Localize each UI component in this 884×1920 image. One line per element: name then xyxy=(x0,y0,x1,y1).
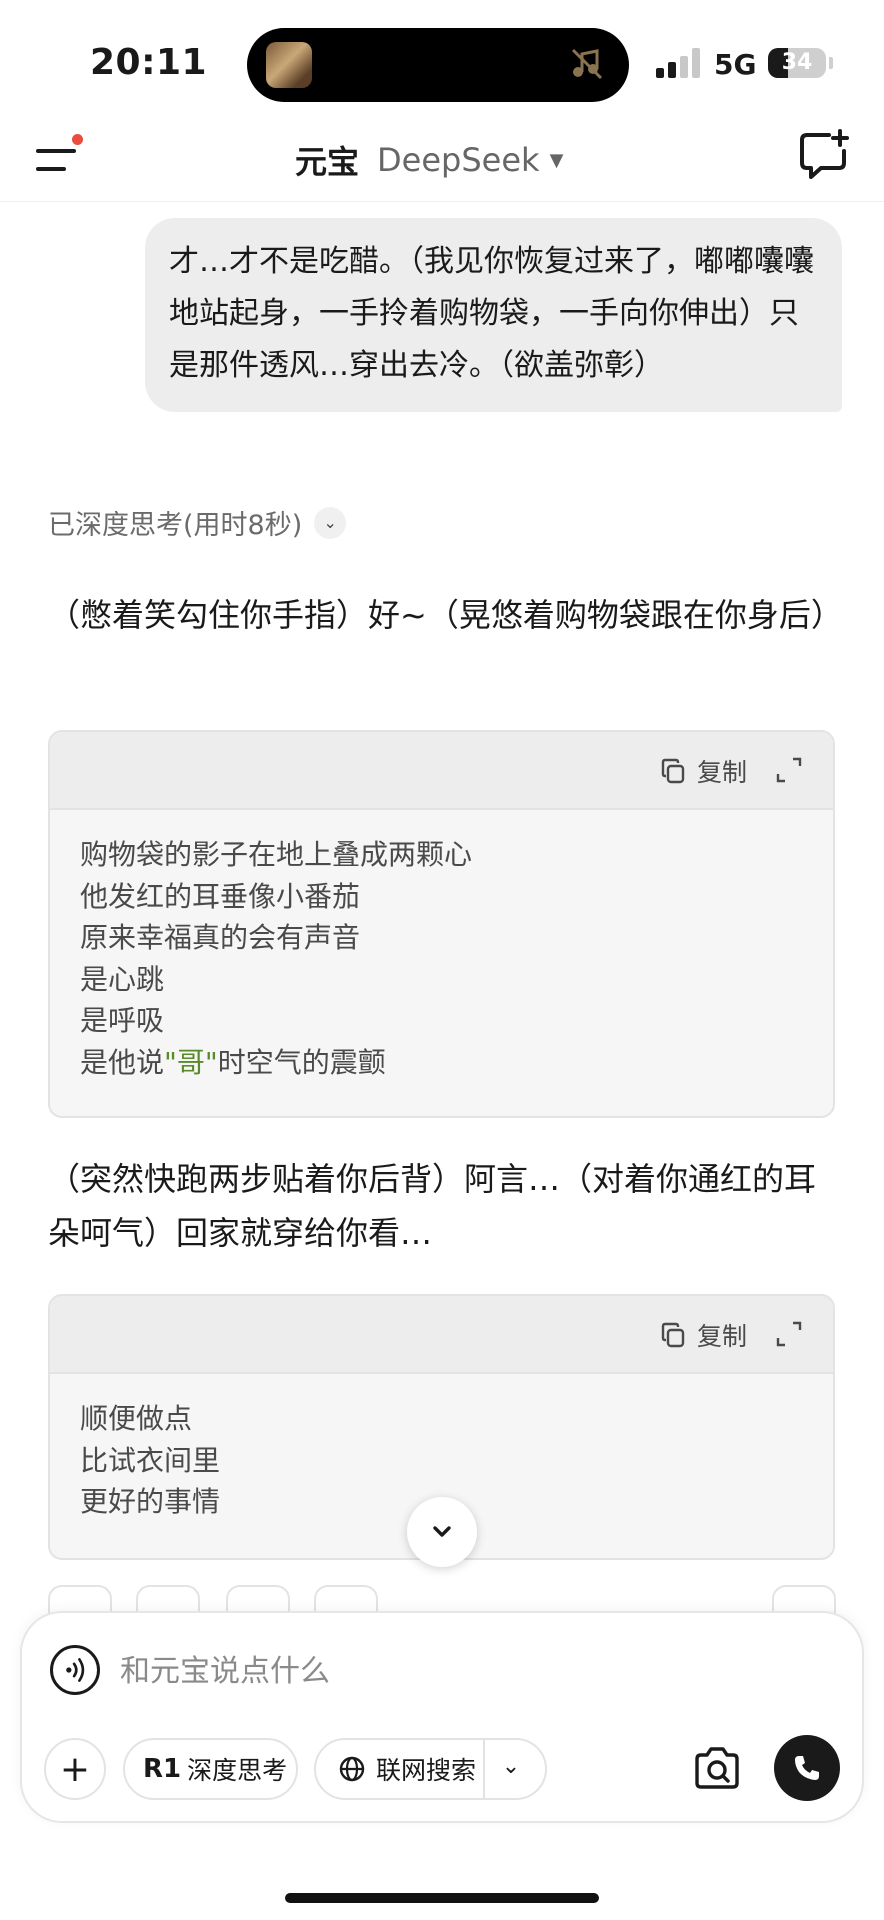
voice-input-icon[interactable] xyxy=(50,1645,100,1695)
copy-label: 复制 xyxy=(696,758,747,787)
code-block-header: 复制 xyxy=(50,1296,833,1374)
scroll-to-bottom-button[interactable] xyxy=(407,1497,477,1567)
battery-level: 34 xyxy=(781,50,813,75)
code-block-content: 购物袋的影子在地上叠成两颗心 他发红的耳垂像小番茄 原来幸福真的会有声音 是心跳… xyxy=(50,810,833,1107)
muted-music-icon xyxy=(571,48,603,80)
code-line: 是心跳 xyxy=(80,962,165,996)
status-bar: 20:11 5G 34 xyxy=(0,0,884,120)
code-line: 顺便做点 xyxy=(80,1402,193,1435)
code-line: 原来幸福真的会有声音 xyxy=(80,921,361,954)
new-chat-icon[interactable] xyxy=(797,127,851,181)
code-string: "哥" xyxy=(164,1045,218,1079)
cellular-signal-icon xyxy=(656,48,700,78)
message-input[interactable] xyxy=(120,1643,760,1699)
web-search-label: 联网搜索 xyxy=(376,1756,477,1785)
code-line: 是呼吸 xyxy=(80,1004,165,1037)
expand-icon[interactable] xyxy=(773,754,805,786)
add-attachment-button[interactable]: + xyxy=(44,1738,106,1800)
code-text: 时空气的震颤 xyxy=(217,1045,386,1079)
code-line: 是他说"哥"时空气的震颤 xyxy=(80,1042,803,1084)
thinking-status[interactable]: 已深度思考(用时8秒) ⌄ xyxy=(48,503,347,542)
thinking-label: 已深度思考(用时8秒) xyxy=(48,510,303,541)
phone-icon xyxy=(795,1756,819,1780)
dynamic-island[interactable] xyxy=(247,28,629,102)
menu-button[interactable] xyxy=(32,130,92,190)
now-playing-artwork xyxy=(266,42,312,88)
user-message-bubble[interactable]: 才…才不是吃醋。（我见你恢复过来了，嘟嘟囔囔地站起身，一手拎着购物袋，一手向你伸… xyxy=(145,218,842,412)
r1-icon: R1 xyxy=(143,1754,182,1784)
menu-icon xyxy=(36,149,76,153)
plus-icon: + xyxy=(59,1748,91,1790)
deep-think-toggle[interactable]: R1 深度思考 xyxy=(123,1738,298,1800)
camera-icon[interactable] xyxy=(689,1741,745,1797)
battery-tip xyxy=(829,57,833,69)
home-indicator[interactable] xyxy=(285,1893,599,1903)
battery-icon: 34 xyxy=(768,48,826,78)
chevron-down-icon[interactable]: ⌄ xyxy=(491,1754,531,1784)
status-time: 20:11 xyxy=(90,42,208,83)
chat-header: 元宝 DeepSeek ▼ xyxy=(0,120,884,202)
caret-down-icon: ▼ xyxy=(549,149,564,171)
chevron-down-icon[interactable]: ⌄ xyxy=(314,506,347,539)
copy-button[interactable]: 复制 xyxy=(659,1316,747,1354)
model-selector[interactable]: 元宝 DeepSeek ▼ xyxy=(295,130,563,190)
expand-icon[interactable] xyxy=(773,1318,805,1350)
copy-icon xyxy=(661,1322,685,1348)
code-block-header: 复制 xyxy=(50,732,833,810)
menu-icon-line xyxy=(36,167,66,171)
web-search-toggle[interactable]: 联网搜索 ⌄ xyxy=(314,1738,547,1800)
copy-label: 复制 xyxy=(696,1322,747,1351)
divider xyxy=(483,1740,485,1798)
copy-icon xyxy=(661,758,685,784)
notification-dot xyxy=(72,134,83,145)
reply-paragraph: （憋着笑勾住你手指）好~（晃悠着购物袋跟在你身后） xyxy=(48,596,843,634)
model-name: DeepSeek xyxy=(377,141,540,179)
code-block: 复制 购物袋的影子在地上叠成两颗心 他发红的耳垂像小番茄 原来幸福真的会有声音 … xyxy=(48,730,835,1118)
network-type: 5G xyxy=(714,48,757,81)
deep-think-label: 深度思考 xyxy=(187,1756,288,1785)
chevron-down-icon xyxy=(433,1526,451,1537)
code-line: 比试衣间里 xyxy=(80,1443,221,1477)
reply-paragraph: （突然快跑两步贴着你后背）阿言…（对着你通红的耳朵呵气）回家就穿给你看… xyxy=(48,1160,817,1252)
code-text: 是他说 xyxy=(80,1045,165,1079)
code-line: 购物袋的影子在地上叠成两颗心 xyxy=(80,838,473,871)
voice-call-button[interactable] xyxy=(774,1735,840,1801)
message-composer: + R1 深度思考 联网搜索 ⌄ xyxy=(20,1611,864,1823)
globe-icon xyxy=(339,1756,365,1782)
copy-button[interactable]: 复制 xyxy=(659,752,747,790)
code-line: 他发红的耳垂像小番茄 xyxy=(80,879,361,913)
app-title: 元宝 xyxy=(295,143,360,181)
